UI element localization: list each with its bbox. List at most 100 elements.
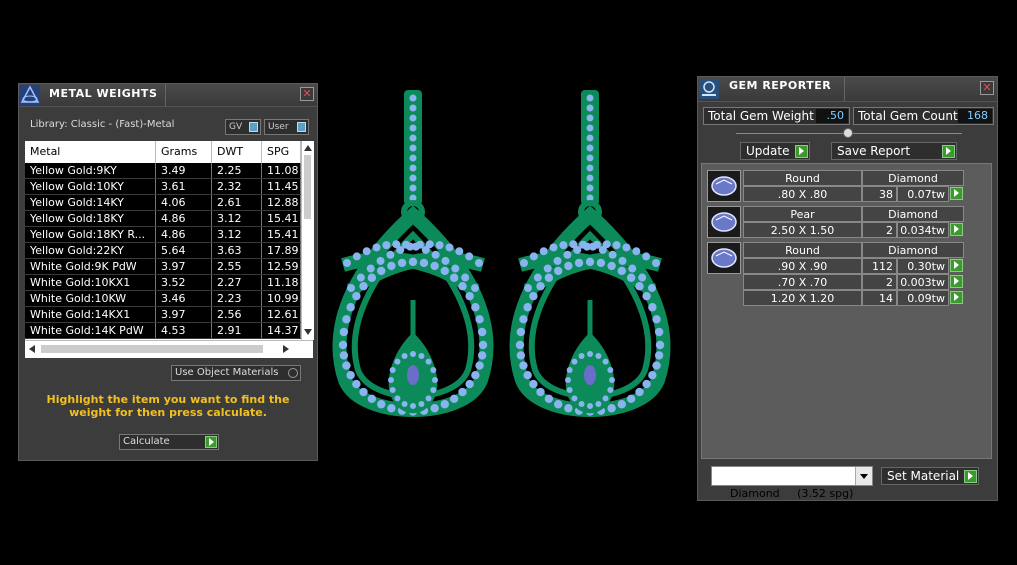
gem-stone (465, 291, 474, 301)
gem-stone (409, 104, 417, 112)
scroll-down-icon[interactable] (304, 329, 312, 335)
metal-weights-titlebar[interactable]: METAL WEIGHTS ✕ (19, 84, 317, 107)
table-row[interactable]: White Gold:9K PdW 3.97 2.55 12.59 (25, 259, 301, 275)
gem-stone (565, 377, 571, 383)
spg-cell: 10.99 (262, 291, 301, 306)
gem-stone (397, 258, 407, 268)
dwt-cell: 2.91 (212, 323, 262, 338)
close-icon[interactable]: ✕ (980, 81, 994, 95)
dwt-cell: 2.61 (212, 195, 262, 210)
column-header-spg[interactable]: SPG (262, 141, 301, 163)
gem-count-cell: 38 (862, 186, 897, 202)
metal-name-cell: Yellow Gold:18KY (25, 211, 156, 226)
right-earring (509, 90, 671, 417)
gem-stone (617, 266, 626, 276)
use-object-materials-button[interactable]: Use Object Materials (171, 365, 301, 381)
horizontal-scrollbar[interactable] (25, 340, 313, 358)
close-icon[interactable]: ✕ (300, 87, 314, 101)
gem-size-cell: 1.20 X 1.20 (743, 290, 862, 306)
table-row[interactable]: Yellow Gold:18KY 4.86 3.12 15.41 (25, 211, 301, 227)
gem-stone (388, 377, 394, 383)
user-toggle[interactable]: User (264, 119, 309, 135)
gem-stone (430, 386, 437, 393)
material-select[interactable]: Diamond (3.52 spg) (711, 466, 873, 500)
gem-count-cell: 14 (862, 290, 897, 306)
calculate-button[interactable]: Calculate (119, 434, 219, 450)
gem-stone (586, 134, 594, 142)
table-row[interactable]: White Gold:14KX1 3.97 2.56 12.61 (25, 307, 301, 323)
gem-stone (471, 370, 480, 380)
gem-stone (571, 358, 578, 365)
calculate-hint: Highlight the item you want to find the … (46, 393, 290, 419)
round-gem-icon[interactable] (707, 170, 741, 202)
scroll-thumb-horizontal[interactable] (41, 345, 263, 353)
round-gem-icon[interactable] (707, 242, 741, 274)
gem-stone (339, 327, 349, 337)
gem-stone (595, 401, 602, 408)
gem-stone (386, 250, 395, 259)
grams-cell: 4.53 (156, 323, 212, 338)
gem-stone (617, 400, 626, 409)
pear-gem-icon[interactable] (707, 206, 741, 238)
dwt-cell: 2.27 (212, 275, 262, 290)
gem-stone (586, 174, 594, 182)
table-row[interactable]: Yellow Gold:9KY 3.49 2.25 11.08 (25, 163, 301, 179)
scroll-up-icon[interactable] (304, 145, 312, 151)
gem-stone (655, 340, 665, 350)
gem-stone (523, 303, 532, 312)
gem-stone (635, 282, 644, 291)
select-gems-play-icon[interactable] (950, 291, 963, 304)
update-button[interactable]: Update (740, 142, 810, 160)
gv-toggle-label: GV (229, 122, 243, 132)
gem-stone (461, 273, 470, 282)
table-row[interactable]: White Gold:14K PdW 4.53 2.91 14.37 (25, 323, 301, 339)
gem-weight-cell: 0.003tw (897, 274, 949, 290)
gv-toggle[interactable]: GV (225, 119, 261, 135)
scroll-thumb[interactable] (304, 155, 311, 219)
scroll-right-icon[interactable] (283, 345, 289, 353)
metal-name-cell: White Gold:9K PdW (25, 259, 156, 274)
table-row[interactable]: Yellow Gold:22KY 5.64 3.63 17.89 (25, 243, 301, 259)
table-row[interactable]: White Gold:10KX1 3.52 2.27 11.18 (25, 275, 301, 291)
gem-stone (632, 247, 641, 256)
gem-stone (389, 386, 396, 393)
table-row[interactable]: Yellow Gold:10KY 3.61 2.32 11.45 (25, 179, 301, 195)
gem-material-header: Diamond (862, 170, 964, 186)
gem-stone (338, 340, 348, 350)
gem-stone (586, 164, 594, 172)
gem-shape-header: Pear (743, 206, 862, 222)
column-header-metal[interactable]: Metal (25, 141, 156, 163)
total-gem-weight-label: Total Gem Weight (708, 109, 814, 123)
scroll-left-icon[interactable] (29, 345, 35, 353)
checkbox-icon[interactable] (288, 368, 298, 378)
gem-stone (477, 351, 487, 360)
dropdown-arrow-icon[interactable] (855, 467, 872, 485)
earring-render-viewport[interactable] (325, 85, 690, 445)
select-gems-play-icon[interactable] (950, 187, 963, 200)
vertical-scrollbar[interactable] (301, 141, 314, 340)
save-report-button[interactable]: Save Report (831, 142, 957, 160)
metal-name-cell: White Gold:14KX1 (25, 307, 156, 322)
table-row[interactable]: Yellow Gold:18KY R... 4.86 3.12 15.41 (25, 227, 301, 243)
gem-stone (539, 247, 548, 256)
splitter-handle[interactable] (843, 128, 853, 138)
gem-stone (352, 252, 361, 261)
gem-size-cell: .70 X .70 (743, 274, 862, 290)
gem-stone (475, 315, 484, 324)
gem-stone (367, 273, 377, 282)
select-gems-play-icon[interactable] (950, 275, 963, 288)
column-header-dwt[interactable]: DWT (212, 141, 262, 163)
gem-stone (435, 241, 444, 250)
metal-table: Metal Grams DWT SPG Yellow Gold:9KY 3.49 2… (25, 141, 314, 358)
table-row[interactable]: White Gold:10KW 3.46 2.23 10.99 (25, 291, 301, 307)
gem-stone (362, 247, 371, 256)
gem-reporter-titlebar[interactable]: GEM REPORTER ✕ (698, 77, 997, 102)
table-row[interactable]: Yellow Gold:14KY 4.06 2.61 12.88 (25, 195, 301, 211)
column-header-grams[interactable]: Grams (156, 141, 212, 163)
select-gems-play-icon[interactable] (950, 259, 963, 272)
select-gems-play-icon[interactable] (950, 223, 963, 236)
metal-weights-title: METAL WEIGHTS (49, 87, 158, 100)
gem-stone (387, 261, 396, 271)
gem-stone (607, 367, 614, 374)
set-material-button[interactable]: Set Material (881, 467, 979, 485)
